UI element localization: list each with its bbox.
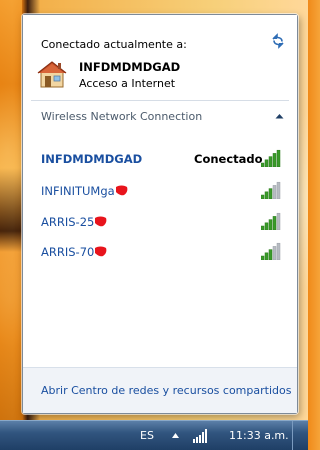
redaction-mark [95,246,107,257]
desktop-wallpaper-left [0,0,22,420]
signal-bar [264,191,269,199]
signal-bar [276,242,281,260]
group-title: Wireless Network Connection [41,110,203,123]
signal-bar [268,188,273,199]
network-row[interactable]: ARRIS-25 [23,208,297,238]
footer: Abrir Centro de redes y recursos compart… [23,367,297,413]
refresh-icon[interactable] [270,33,286,49]
signal-bar [272,153,277,167]
connected-to-header: Conectado actualmente a: [41,38,187,51]
signal-bar [264,252,269,260]
network-row[interactable]: INFINITUMga [23,177,297,207]
current-connection-section: Conectado actualmente a: INFDMDMDGAD Acc… [23,15,297,98]
current-network-status: Acceso a Internet [79,77,176,90]
wifi-signal-icon [261,242,281,260]
signal-bar [261,225,265,230]
open-network-center-link[interactable]: Abrir Centro de redes y recursos compart… [41,384,291,397]
signal-bar [264,159,269,167]
taskbar: ES 11:33 a.m. [0,420,308,450]
clock[interactable]: 11:33 a.m. [229,429,289,442]
show-desktop-button[interactable] [292,421,308,450]
chevron-up-icon[interactable] [275,113,284,119]
network-name: ARRIS-70 [41,245,95,259]
signal-bar [272,246,277,260]
divider [31,100,289,101]
network-name: INFINITUMga [41,184,115,198]
signal-bar [276,212,281,230]
current-network-name: INFDMDMDGAD [79,60,181,74]
signal-bar [268,156,273,167]
house-network-icon [37,61,67,88]
network-row[interactable]: ARRIS-70 [23,238,297,268]
network-flyout: Conectado actualmente a: INFDMDMDGAD Acc… [22,14,298,414]
network-row[interactable]: INFDMDMDGAD Conectado [23,145,297,175]
signal-bar [261,162,265,167]
signal-bar [268,249,273,260]
show-hidden-icons-icon[interactable] [172,433,179,438]
wifi-signal-icon [261,212,281,230]
network-name: ARRIS-25 [41,215,95,229]
signal-bar [272,185,277,199]
signal-bar [272,216,277,230]
signal-bar [276,149,281,167]
signal-bar [264,222,269,230]
wifi-signal-icon [261,149,281,167]
wifi-signal-icon[interactable] [192,429,208,443]
connection-state: Conectado [194,152,263,166]
signal-bar [276,181,281,199]
signal-bar [268,219,273,230]
redaction-mark [116,185,128,196]
signal-bar [261,194,265,199]
network-name: INFDMDMDGAD [41,152,143,166]
signal-bar [261,255,265,260]
redaction-mark [95,216,107,227]
language-indicator[interactable]: ES [140,429,154,442]
wifi-signal-icon [261,181,281,199]
